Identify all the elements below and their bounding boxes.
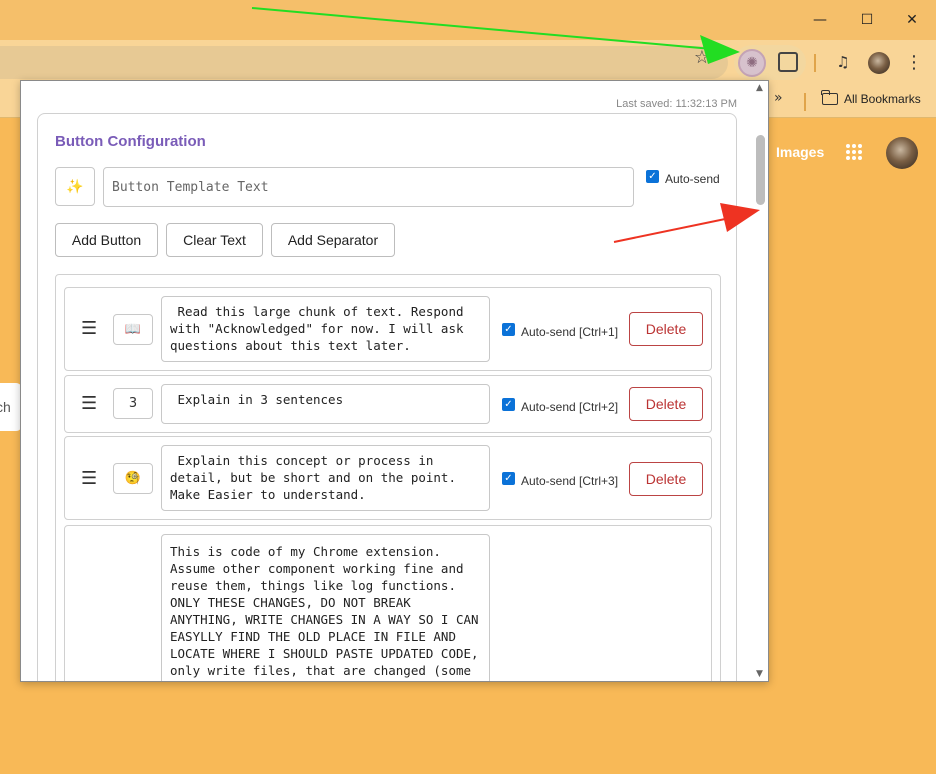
profile-avatar[interactable] (868, 52, 890, 74)
media-control-icon[interactable]: ♫ (833, 52, 853, 72)
row-emoji-button[interactable]: 🧐 (113, 463, 153, 494)
scrollbar-thumb[interactable] (756, 135, 765, 205)
google-account-avatar[interactable] (886, 137, 918, 169)
bookmarks-overflow-icon[interactable]: » (774, 90, 783, 106)
row-autosend-label: Auto-send [Ctrl+1] (521, 325, 619, 339)
row-autosend-checkbox[interactable]: ✓ (502, 398, 515, 411)
button-row: ☰ 3 Explain in 3 sentences ✓ Auto-send [… (64, 375, 712, 433)
drag-handle-icon[interactable]: ☰ (81, 318, 97, 339)
scroll-down-arrow-icon[interactable]: ▼ (756, 669, 763, 679)
autosend-checkbox[interactable]: ✓ (646, 170, 659, 183)
maximize-button[interactable]: ☐ (855, 8, 879, 32)
address-bar[interactable] (0, 46, 728, 79)
all-bookmarks-button[interactable]: All Bookmarks (821, 90, 921, 106)
button-configuration-card: Button Configuration ✨ ✓ Auto-send Add B… (37, 113, 737, 681)
bookmarks-divider (804, 93, 806, 111)
row-emoji-button[interactable]: 📖 (113, 314, 153, 345)
emoji-picker-button[interactable]: ✨ (55, 167, 95, 206)
button-row: ☰ 📖 Read this large chunk of text. Respo… (64, 287, 712, 371)
row-emoji-button[interactable]: 3 (113, 388, 153, 419)
apps-grid-icon[interactable] (846, 144, 862, 160)
scroll-up-arrow-icon[interactable]: ▲ (756, 83, 763, 93)
delete-button[interactable]: Delete (629, 312, 703, 346)
chrome-menu-icon[interactable]: ⋮ (905, 52, 923, 74)
row-text-field[interactable]: Explain in 3 sentences (161, 384, 490, 424)
search-box-partial[interactable]: ch G (0, 383, 22, 431)
bookmark-star-icon[interactable]: ☆ (690, 46, 714, 70)
toolbar-divider (814, 54, 816, 72)
button-row: ☰ 🧐 Explain this concept or process in d… (64, 436, 712, 520)
add-separator-button[interactable]: Add Separator (271, 223, 395, 257)
card-title: Button Configuration (55, 133, 206, 150)
extension-popup: Last saved: 11:32:13 PM Button Configura… (20, 80, 769, 682)
add-button-button[interactable]: Add Button (55, 223, 158, 257)
all-bookmarks-label: All Bookmarks (844, 92, 921, 106)
autosend-label: Auto-send (665, 172, 720, 186)
folder-icon (821, 90, 838, 105)
row-text-field[interactable]: Read this large chunk of text. Respond w… (161, 296, 490, 362)
puzzle-extensions-icon[interactable] (778, 52, 798, 72)
drag-handle-icon[interactable]: ☰ (81, 468, 97, 489)
last-saved-status: Last saved: 11:32:13 PM (616, 98, 737, 110)
button-row: This is code of my Chrome extension. Ass… (64, 525, 712, 681)
row-text-field[interactable]: Explain this concept or process in detai… (161, 445, 490, 511)
drag-handle-icon[interactable]: ☰ (81, 393, 97, 414)
row-autosend-checkbox[interactable]: ✓ (502, 472, 515, 485)
close-button[interactable]: ✕ (900, 8, 924, 32)
row-text-field[interactable]: This is code of my Chrome extension. Ass… (161, 534, 490, 681)
row-autosend-checkbox[interactable]: ✓ (502, 323, 515, 336)
row-autosend-label: Auto-send [Ctrl+3] (521, 474, 619, 488)
images-link[interactable]: Images (776, 144, 824, 160)
button-list: ☰ 📖 Read this large chunk of text. Respo… (55, 274, 721, 681)
popup-scrollbar[interactable]: ▲ ▼ (753, 81, 768, 681)
delete-button[interactable]: Delete (629, 387, 703, 421)
delete-button[interactable]: Delete (629, 462, 703, 496)
clear-text-button[interactable]: Clear Text (166, 223, 263, 257)
brain-extension-icon[interactable]: ✺ (738, 49, 766, 77)
row-autosend-label: Auto-send [Ctrl+2] (521, 400, 619, 414)
minimize-button[interactable]: — (808, 8, 832, 32)
title-bar: — ☐ ✕ (0, 0, 936, 40)
button-template-input[interactable] (103, 167, 634, 207)
